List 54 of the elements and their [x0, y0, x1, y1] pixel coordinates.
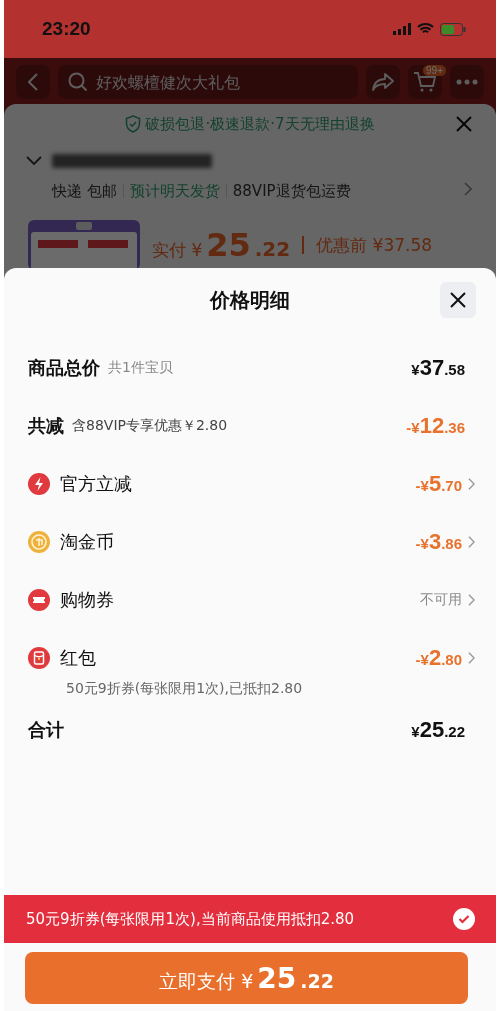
chevron-right-icon: [468, 594, 475, 606]
original-price: 优惠前 ¥37.58: [316, 233, 433, 257]
price-amount: ¥25.22: [411, 717, 465, 743]
row-label: 共减: [28, 414, 64, 438]
row-label: 红包: [60, 646, 96, 670]
price-amount: -¥12.36: [406, 413, 465, 439]
row-note: 含88VIP专享优惠￥2.80: [72, 417, 228, 435]
chevron-right-icon: [468, 536, 475, 548]
delivery-info: 88VIP退货包运费: [232, 181, 351, 201]
discount-amount: -¥5.70: [415, 471, 462, 497]
wifi-icon: [417, 23, 434, 35]
pay-button[interactable]: 立即支付 ¥25.22: [25, 952, 468, 1004]
shield-check-icon: [125, 115, 142, 133]
checkbox[interactable]: [452, 907, 476, 931]
chevron-right-icon: [464, 182, 472, 196]
envelope-icon: [28, 647, 50, 669]
discount-amount: -¥3.86: [415, 529, 462, 555]
row-detail: 50元9折券(每张限用1次),已抵扣2.80: [66, 679, 304, 698]
row-note: 共1件宝贝: [108, 359, 173, 377]
price-amount: ¥37.58: [411, 355, 465, 381]
row-label: 官方立减: [60, 472, 132, 496]
back-icon: [28, 73, 38, 91]
row-label: 商品总价: [28, 356, 100, 380]
guarantee-text: 破损包退·极速退款·7天无理由退换: [145, 114, 375, 134]
lightning-icon: [28, 473, 50, 495]
chevron-right-icon: [468, 652, 475, 664]
close-icon: [456, 116, 472, 132]
row-label: 淘金币: [60, 530, 114, 554]
share-button[interactable]: [366, 65, 400, 99]
sheet-title: 价格明细: [210, 286, 290, 314]
battery-icon: [440, 22, 466, 36]
more-icon: [456, 79, 478, 85]
ticket-icon: [28, 589, 50, 611]
cart-badge: 99+: [423, 65, 446, 76]
more-button[interactable]: [450, 65, 484, 99]
search-field[interactable]: 好欢螺檀健次大礼包: [58, 65, 358, 99]
row-label: 合计: [28, 718, 64, 742]
back-button[interactable]: [16, 65, 50, 99]
status-text: 不可用: [420, 591, 462, 609]
status-time: 23:20: [42, 18, 91, 40]
delivery-info: 快递 包邮: [52, 181, 117, 201]
paid-price: 实付 ¥25.22: [152, 226, 291, 264]
discount-amount: -¥2.80: [415, 645, 462, 671]
close-button[interactable]: [440, 282, 476, 318]
coin-icon: [28, 531, 50, 553]
search-icon: [68, 72, 88, 92]
chevron-right-icon: [468, 478, 475, 490]
coupon-text: 50元9折券(每张限用1次),当前商品使用抵扣2.80: [26, 909, 356, 929]
chevron-down-icon: [26, 156, 42, 166]
row-label: 购物券: [60, 588, 114, 612]
signal-icon: [393, 23, 411, 35]
close-icon: [450, 292, 466, 308]
share-icon: [371, 72, 395, 92]
delivery-info: 预计明天发货: [129, 181, 220, 201]
